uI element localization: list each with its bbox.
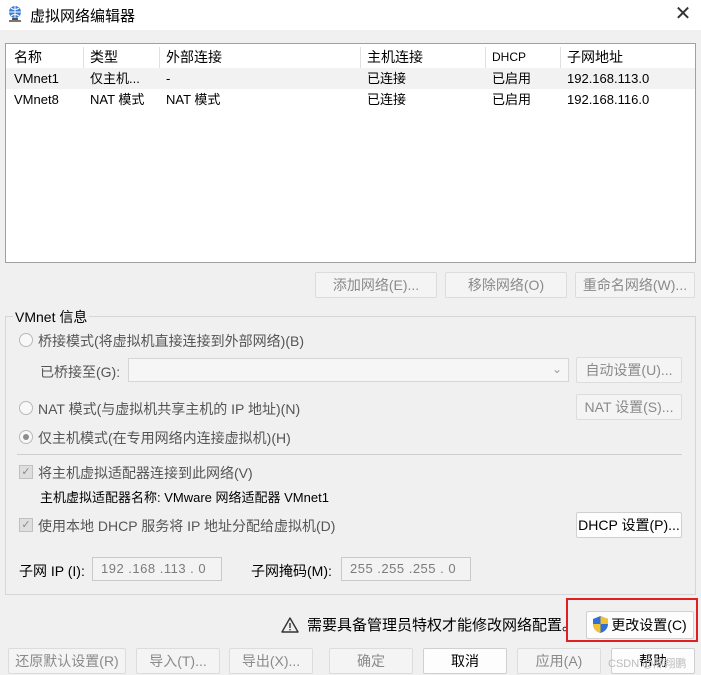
adapter-name-text: 主机虚拟适配器名称: VMware 网络适配器 VMnet1 xyxy=(40,490,329,505)
connect-adapter-label[interactable]: 将主机虚拟适配器连接到此网络(V) xyxy=(38,463,253,483)
network-list[interactable]: 名称 类型 外部连接 主机连接 DHCP 子网地址 VMnet1 仅主机... … xyxy=(5,43,696,263)
add-network-button[interactable]: 添加网络(E)... xyxy=(315,272,437,298)
table-cell: NAT 模式 xyxy=(166,92,221,107)
table-cell: NAT 模式 xyxy=(90,92,145,107)
watermark: CSDN @陈翔鹏 xyxy=(608,658,687,670)
subnet-ip-label: 子网 IP (I): xyxy=(19,563,85,579)
dhcp-settings-button[interactable]: DHCP 设置(P)... xyxy=(576,512,682,538)
subnet-mask-field[interactable]: 255 .255 .255 . 0 xyxy=(341,557,471,581)
table-cell: 已启用 xyxy=(492,92,532,107)
table-cell: 192.168.116.0 xyxy=(567,92,650,107)
subnet-mask-label: 子网掩码(M): xyxy=(251,563,332,579)
table-cell: - xyxy=(166,71,171,86)
table-cell: 已连接 xyxy=(367,92,407,107)
close-button[interactable]: ✕ xyxy=(671,3,695,25)
bridge-mode-radio[interactable] xyxy=(19,333,33,347)
ok-button[interactable]: 确定 xyxy=(329,648,413,674)
title-bar: 虚拟网络编辑器 ✕ xyxy=(0,0,701,30)
column-header-external[interactable]: 外部连接 xyxy=(160,47,361,68)
remove-network-button[interactable]: 移除网络(O) xyxy=(445,272,567,298)
use-dhcp-checkbox[interactable]: ✓ xyxy=(19,518,33,532)
connect-adapter-checkbox[interactable]: ✓ xyxy=(19,465,33,479)
bridged-to-label: 已桥接至(G): xyxy=(40,364,121,380)
window-title: 虚拟网络编辑器 xyxy=(30,8,136,25)
subnet-ip-field[interactable]: 192 .168 .113 . 0 xyxy=(92,557,222,581)
host-only-mode-label[interactable]: 仅主机模式(在专用网络内连接虚拟机)(H) xyxy=(38,428,291,448)
export-button[interactable]: 导出(X)... xyxy=(229,648,313,674)
table-cell: 192.168.113.0 xyxy=(567,71,650,86)
rename-network-button[interactable]: 重命名网络(W)... xyxy=(575,272,695,298)
divider xyxy=(17,454,682,455)
vmnet-info-label: VMnet 信息 xyxy=(13,307,90,327)
table-row-vmnet1[interactable]: VMnet1 仅主机... - 已连接 已启用 192.168.113.0 xyxy=(6,68,695,89)
table-cell: VMnet1 xyxy=(14,71,59,86)
column-header-name[interactable]: 名称 xyxy=(8,47,84,68)
restore-defaults-button[interactable]: 还原默认设置(R) xyxy=(8,648,126,674)
admin-notice-text: 需要具备管理员特权才能修改网络配置。 xyxy=(307,617,578,634)
column-header-dhcp[interactable]: DHCP xyxy=(486,47,561,68)
network-editor-icon xyxy=(9,6,21,22)
highlight-box xyxy=(566,598,698,642)
import-button[interactable]: 导入(T)... xyxy=(136,648,220,674)
cancel-button[interactable]: 取消 xyxy=(423,648,507,674)
table-cell: 已启用 xyxy=(492,71,532,86)
nat-mode-radio[interactable] xyxy=(19,401,33,415)
bridged-to-select[interactable]: ⌄ xyxy=(128,358,569,382)
nat-settings-button[interactable]: NAT 设置(S)... xyxy=(576,394,682,420)
table-cell: VMnet8 xyxy=(14,92,59,107)
use-dhcp-label[interactable]: 使用本地 DHCP 服务将 IP 地址分配给虚拟机(D) xyxy=(38,516,335,536)
host-only-mode-radio[interactable] xyxy=(19,430,33,444)
apply-button[interactable]: 应用(A) xyxy=(517,648,601,674)
table-cell: 仅主机... xyxy=(90,71,140,86)
column-header-subnet[interactable]: 子网地址 xyxy=(561,47,689,68)
list-header: 名称 类型 外部连接 主机连接 DHCP 子网地址 xyxy=(6,47,695,68)
column-header-host[interactable]: 主机连接 xyxy=(361,47,486,68)
bridge-mode-label[interactable]: 桥接模式(将虚拟机直接连接到外部网络)(B) xyxy=(38,331,304,351)
chevron-down-icon: ⌄ xyxy=(551,362,562,376)
table-cell: 已连接 xyxy=(367,71,407,86)
nat-mode-label[interactable]: NAT 模式(与虚拟机共享主机的 IP 地址)(N) xyxy=(38,399,300,419)
table-row-vmnet8[interactable]: VMnet8 NAT 模式 NAT 模式 已连接 已启用 192.168.116… xyxy=(6,89,695,110)
column-header-type[interactable]: 类型 xyxy=(84,47,160,68)
warning-icon xyxy=(281,617,299,633)
auto-settings-button[interactable]: 自动设置(U)... xyxy=(576,357,682,383)
